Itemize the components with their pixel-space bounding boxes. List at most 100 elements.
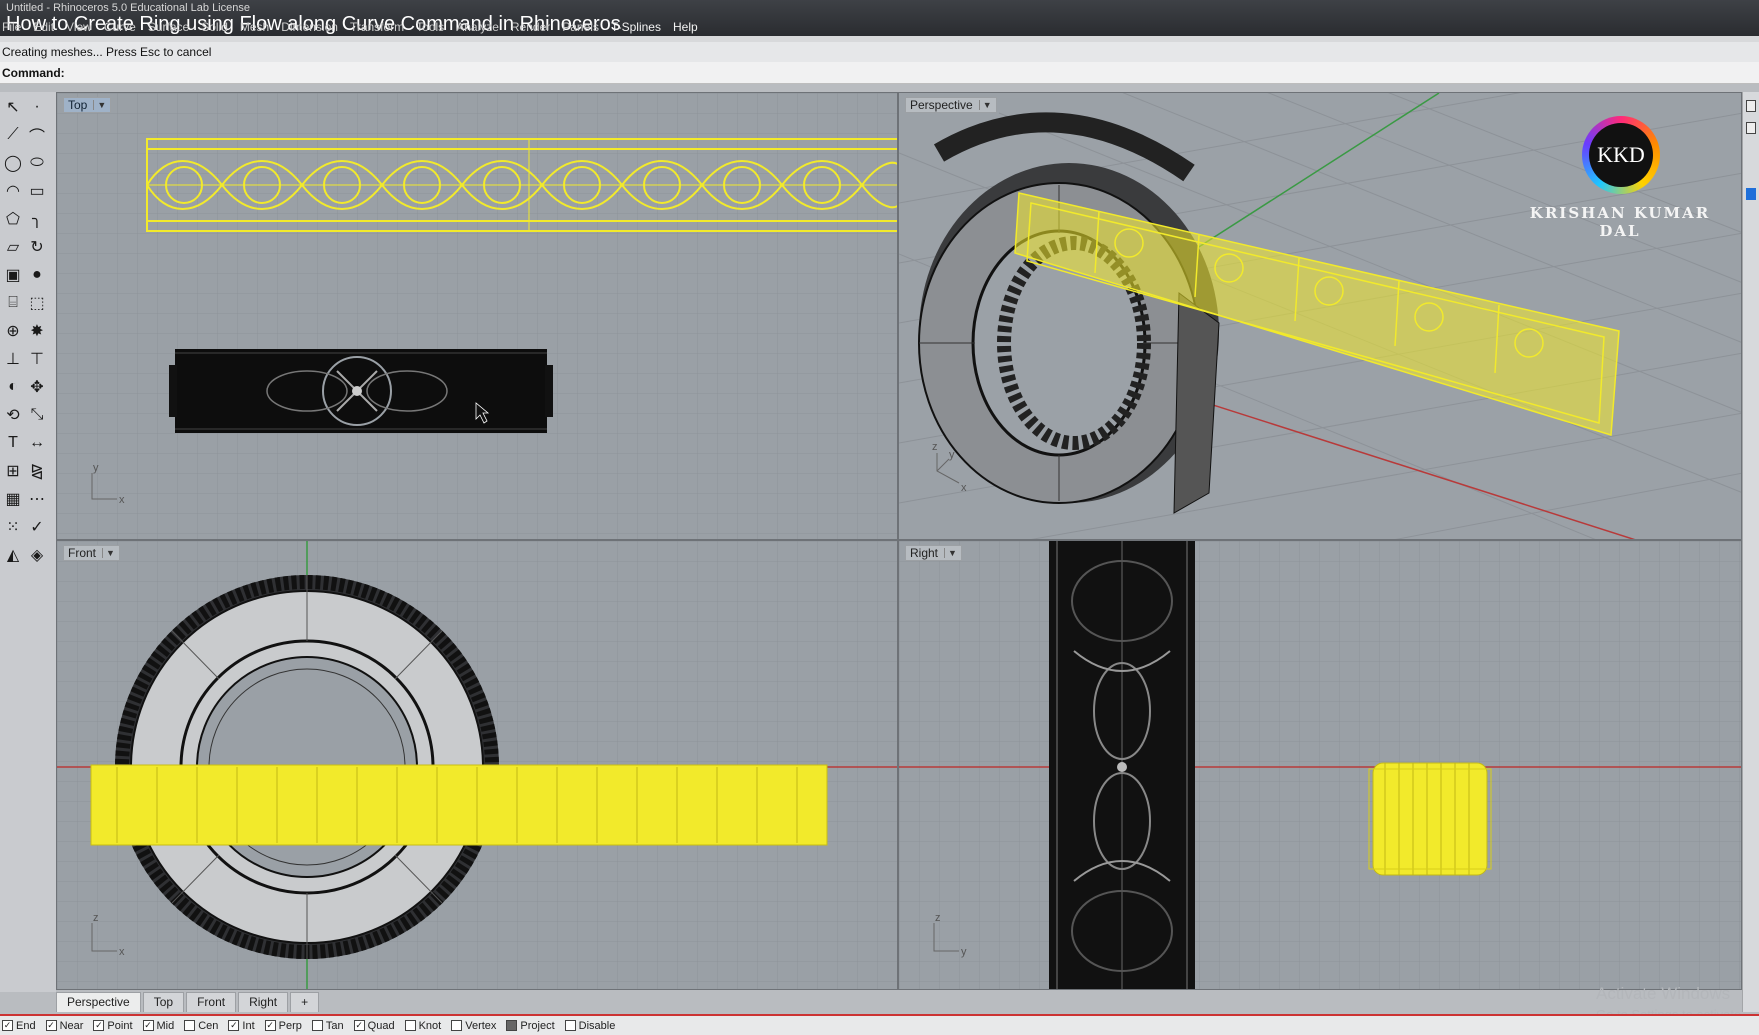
check-icon[interactable]: ✓ xyxy=(26,516,48,538)
osnap-int[interactable]: Int xyxy=(228,1020,255,1032)
render-icon[interactable]: ⁙ xyxy=(2,516,24,538)
box-icon[interactable]: ▣ xyxy=(2,264,24,286)
osnap-label: Near xyxy=(59,1019,84,1032)
axis-x-label: x xyxy=(119,494,125,506)
osnap-label: Vertex xyxy=(465,1019,497,1032)
osnap-perp[interactable]: Perp xyxy=(264,1020,302,1032)
checkbox[interactable] xyxy=(311,1020,323,1031)
osnap-label: Knot xyxy=(418,1019,442,1032)
curve-icon[interactable]: ⌒ xyxy=(26,124,48,146)
osnap-project[interactable]: Project xyxy=(506,1020,555,1032)
text-icon[interactable]: T xyxy=(2,432,24,454)
command-history: Creating meshes... Press Esc to cancel xyxy=(0,42,1759,62)
move-icon[interactable]: ✥ xyxy=(26,376,48,398)
osnap-point[interactable]: Point xyxy=(93,1020,133,1032)
osnap-end[interactable]: End xyxy=(2,1020,36,1032)
split-icon[interactable]: ◐ xyxy=(2,376,24,398)
viewport-front[interactable]: z x Front ▼ xyxy=(56,540,898,990)
osnap-tan[interactable]: Tan xyxy=(311,1020,344,1032)
osnap-bar: End Near Point Mid Cen Int Perp Tan Quad… xyxy=(0,1014,1759,1035)
checkbox[interactable] xyxy=(353,1020,365,1031)
mirror-icon[interactable]: ⧎ xyxy=(26,460,48,482)
properties-icon[interactable]: ◈ xyxy=(26,544,48,566)
tab-right[interactable]: Right xyxy=(238,992,289,1012)
checkbox[interactable] xyxy=(228,1020,240,1031)
channel-logo: KKD KRISHAN KUMAR DAL xyxy=(1510,112,1730,240)
ellipse-icon[interactable]: ⬭ xyxy=(26,152,48,174)
trim-icon[interactable]: ⊤ xyxy=(26,348,48,370)
array-icon[interactable]: ⊞ xyxy=(2,460,24,482)
osnap-mid[interactable]: Mid xyxy=(142,1020,174,1032)
fillet-icon[interactable]: ╮ xyxy=(26,208,48,230)
right-view-canvas: z y xyxy=(899,541,1741,989)
point-icon[interactable]: · xyxy=(26,96,48,118)
osnap-near[interactable]: Near xyxy=(45,1019,84,1032)
add-tab-button[interactable]: + xyxy=(290,992,320,1012)
chevron-down-icon[interactable]: ▼ xyxy=(978,100,992,110)
axis-y-label: y xyxy=(949,449,955,461)
viewport-title: Perspective xyxy=(910,98,973,112)
checkbox[interactable] xyxy=(142,1020,154,1031)
chevron-down-icon[interactable]: ▼ xyxy=(102,548,115,558)
left-toolbar: ↖ · ⟋ ⌒ ◯ ⬭ ◠ ▭ ⬠ ╮ ▱ ↻ ▣ ● ⌸ ⬚ ⊕ ✸ ⊥ ⊤ … xyxy=(0,92,56,992)
osnap-label: End xyxy=(16,1019,36,1032)
checkbox[interactable] xyxy=(45,1020,57,1031)
rhino-window: Untitled - Rhinoceros 5.0 Educational La… xyxy=(0,0,1759,1035)
arc-icon[interactable]: ◠ xyxy=(2,180,24,202)
ring-top-view xyxy=(169,349,553,433)
ring-right-view xyxy=(1049,541,1195,989)
checkbox[interactable] xyxy=(506,1020,518,1031)
tab-top[interactable]: Top xyxy=(142,992,185,1012)
sphere-icon[interactable]: ● xyxy=(26,264,48,286)
circle-icon[interactable]: ◯ xyxy=(2,152,24,174)
scale-icon[interactable]: ⤡ xyxy=(26,404,48,426)
osnap-vertex[interactable]: Vertex xyxy=(451,1020,496,1032)
rectangle-icon[interactable]: ▭ xyxy=(26,180,48,202)
polygon-icon[interactable]: ⬠ xyxy=(2,208,24,230)
axis-x-label: x xyxy=(961,482,967,494)
chevron-down-icon[interactable]: ▼ xyxy=(93,100,106,110)
checkbox[interactable] xyxy=(451,1020,463,1031)
cylinder-icon[interactable]: ⌸ xyxy=(2,292,24,314)
extrude-icon[interactable]: ⬚ xyxy=(26,292,48,314)
viewport-right[interactable]: z y Right ▼ xyxy=(898,540,1742,990)
viewport-tabs: Perspective Top Front Right + xyxy=(56,990,320,1012)
checkbox[interactable] xyxy=(93,1020,105,1031)
panel-tab-active[interactable] xyxy=(1746,188,1756,200)
checkbox[interactable] xyxy=(184,1020,196,1031)
join-icon[interactable]: ⊥ xyxy=(2,348,24,370)
polyline-icon[interactable]: ⟋ xyxy=(2,124,24,146)
axis-z-label: z xyxy=(935,912,941,924)
viewport-label-top[interactable]: Top ▼ xyxy=(63,97,112,113)
command-prompt[interactable]: Command: xyxy=(0,62,1759,84)
grid-icon[interactable]: ⋯ xyxy=(26,488,48,510)
checkbox[interactable] xyxy=(2,1020,13,1031)
revolve-icon[interactable]: ↻ xyxy=(26,236,48,258)
explode-icon[interactable]: ✸ xyxy=(26,320,48,342)
osnap-knot[interactable]: Knot xyxy=(404,1019,442,1032)
rotate-icon[interactable]: ⟲ xyxy=(2,404,24,426)
osnap-quad[interactable]: Quad xyxy=(353,1020,395,1032)
viewport-label-right[interactable]: Right ▼ xyxy=(905,545,962,561)
panel-tab[interactable] xyxy=(1746,122,1756,134)
checkbox[interactable] xyxy=(404,1020,416,1031)
select-arrow-icon[interactable]: ↖ xyxy=(2,96,24,118)
viewport-label-perspective[interactable]: Perspective ▼ xyxy=(905,97,997,113)
checkbox[interactable] xyxy=(264,1020,276,1031)
shade-icon[interactable]: ◭ xyxy=(2,544,24,566)
checkbox[interactable] xyxy=(564,1020,576,1031)
tab-front[interactable]: Front xyxy=(186,992,237,1012)
viewport-top[interactable]: y x Top ▼ xyxy=(56,92,898,540)
osnap-cen[interactable]: Cen xyxy=(184,1020,218,1032)
panel-tab[interactable] xyxy=(1746,100,1756,112)
surface-icon[interactable]: ▱ xyxy=(2,236,24,258)
logo-name: KRISHAN KUMAR DAL xyxy=(1529,204,1711,240)
viewport-label-front[interactable]: Front ▼ xyxy=(63,545,120,561)
mesh-icon[interactable]: ▦ xyxy=(2,488,24,510)
osnap-disable[interactable]: Disable xyxy=(564,1020,615,1032)
chevron-down-icon[interactable]: ▼ xyxy=(944,548,957,558)
boolean-icon[interactable]: ⊕ xyxy=(2,320,24,342)
tab-perspective[interactable]: Perspective xyxy=(56,992,141,1012)
axis-x-label: x xyxy=(119,946,125,958)
dimension-icon[interactable]: ↔ xyxy=(26,432,48,454)
